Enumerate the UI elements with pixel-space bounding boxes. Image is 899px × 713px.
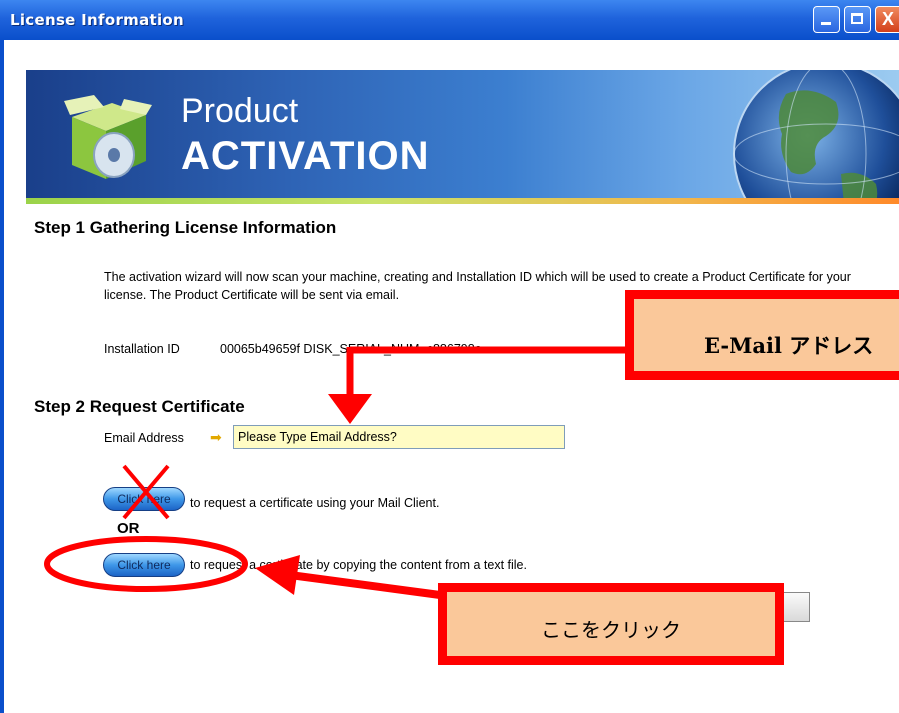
window-titlebar: License Information X xyxy=(0,0,899,41)
installation-id-label: Installation ID xyxy=(104,342,180,356)
step2-heading: Step 2 Request Certificate xyxy=(34,397,245,416)
step1-heading: Step 1 Gathering License Information xyxy=(34,218,337,237)
arrow-right-icon: ➡ xyxy=(210,429,222,445)
click-callout-box: ここをクリック xyxy=(438,583,784,665)
product-box-icon xyxy=(64,95,152,179)
or-separator: OR xyxy=(117,520,140,537)
banner-title-line1: Product xyxy=(181,92,299,130)
text-file-request-button[interactable]: Click here xyxy=(103,553,185,577)
installation-id-value: 00065b49659f DISK_SERIAL_NUM=c886798a xyxy=(220,342,482,356)
window-title: License Information xyxy=(10,11,185,29)
maximize-icon xyxy=(851,13,863,24)
email-field[interactable] xyxy=(233,425,565,449)
minimize-icon xyxy=(821,22,831,25)
email-callout-box: E-Mail アドレス xyxy=(625,290,899,380)
minimize-button[interactable] xyxy=(813,6,840,33)
banner-title-line2: ACTIVATION xyxy=(181,134,430,178)
maximize-button[interactable] xyxy=(844,6,871,33)
mail-client-option-text: to request a certificate using your Mail… xyxy=(190,496,440,510)
activation-banner: Product ACTIVATION xyxy=(26,70,899,204)
banner-accent-strip xyxy=(26,198,899,204)
text-file-option-text: to request a certificate by copying the … xyxy=(190,558,527,572)
mail-client-request-button[interactable]: Click here xyxy=(103,487,185,511)
close-button[interactable]: X xyxy=(875,6,899,33)
close-icon: X xyxy=(882,9,895,29)
globe-icon xyxy=(733,70,899,204)
email-label: Email Address xyxy=(104,431,184,445)
